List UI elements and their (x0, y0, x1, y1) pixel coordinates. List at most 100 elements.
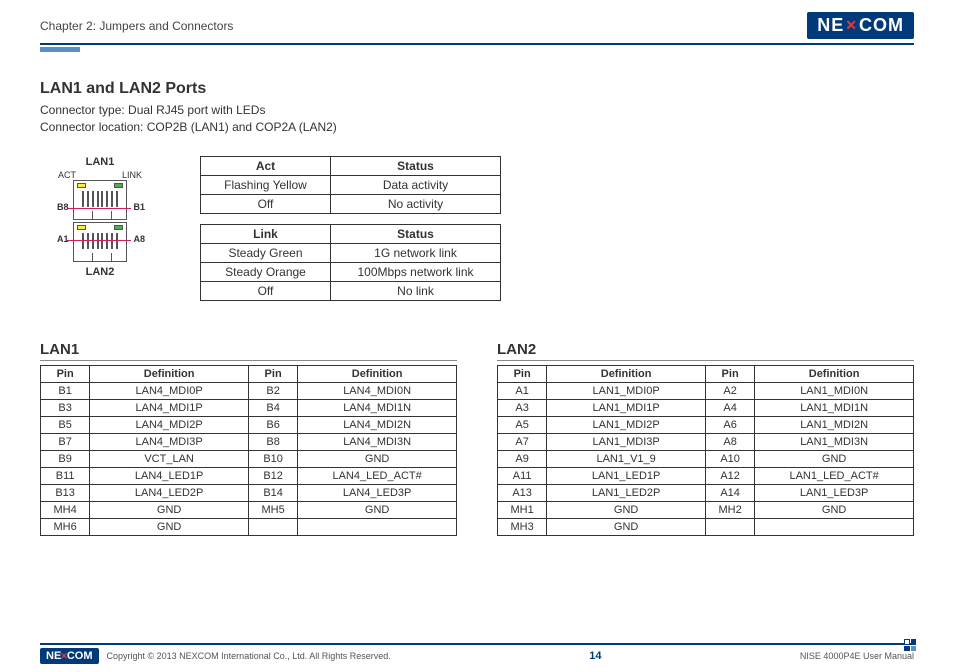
page-number: 14 (589, 650, 601, 662)
table-cell: MH5 (248, 501, 297, 518)
table-cell: LAN1_LED1P (547, 467, 706, 484)
col-header: Pin (705, 365, 754, 382)
link-led-icon (114, 225, 123, 230)
lan2-title: LAN2 (497, 341, 914, 361)
table-cell: LAN1_MDI3N (755, 433, 914, 450)
table-cell: LAN4_MDI2N (298, 416, 457, 433)
col-header: Pin (41, 365, 90, 382)
table-cell: GND (547, 518, 706, 535)
table-cell: VCT_LAN (90, 450, 249, 467)
table-cell: 1G network link (331, 243, 501, 262)
act-led-icon (77, 183, 86, 188)
col-header: Definition (547, 365, 706, 382)
table-row: A3LAN1_MDI1PA4LAN1_MDI1N (498, 399, 914, 416)
table-row: MH3GND (498, 518, 914, 535)
col-header: Definition (90, 365, 249, 382)
table-row: A13LAN1_LED2PA14LAN1_LED3P (498, 484, 914, 501)
table-cell: LAN1_MDI0P (547, 382, 706, 399)
table-cell: LAN1_LED2P (547, 484, 706, 501)
table-cell: LAN1_LED3P (755, 484, 914, 501)
table-cell: A5 (498, 416, 547, 433)
act-table-header: Status (331, 156, 501, 175)
nexcom-logo: NE ✕ COM (807, 12, 914, 39)
table-cell: GND (298, 501, 457, 518)
table-row: B5LAN4_MDI2PB6LAN4_MDI2N (41, 416, 457, 433)
lan1-title: LAN1 (40, 341, 457, 361)
table-cell: GND (90, 501, 249, 518)
table-cell: MH4 (41, 501, 90, 518)
lan1-table: Pin Definition Pin Definition B1LAN4_MDI… (40, 365, 457, 536)
table-cell: A1 (498, 382, 547, 399)
table-cell: B6 (248, 416, 297, 433)
table-row: B3LAN4_MDI1PB4LAN4_MDI1N (41, 399, 457, 416)
diagram-lan1-label: LAN1 (40, 156, 160, 168)
table-cell: LAN4_MDI0P (90, 382, 249, 399)
table-cell: GND (90, 518, 249, 535)
col-header: Definition (755, 365, 914, 382)
table-cell: B3 (41, 399, 90, 416)
table-row: A5LAN1_MDI2PA6LAN1_MDI2N (498, 416, 914, 433)
rj45-port-lan1 (73, 180, 127, 220)
table-row: B1LAN4_MDI0PB2LAN4_MDI0N (41, 382, 457, 399)
table-cell: B2 (248, 382, 297, 399)
table-cell: A14 (705, 484, 754, 501)
table-cell: LAN1_MDI2N (755, 416, 914, 433)
table-cell: B7 (41, 433, 90, 450)
table-cell: LAN4_MDI1N (298, 399, 457, 416)
document-title: NISE 4000P4E User Manual (800, 651, 914, 661)
table-cell: 100Mbps network link (331, 262, 501, 281)
table-cell: B4 (248, 399, 297, 416)
link-table-header: Link (201, 224, 331, 243)
copyright-text: Copyright © 2013 NEXCOM International Co… (107, 651, 391, 661)
link-label: LINK (122, 170, 142, 180)
table-cell (298, 518, 457, 535)
table-cell: B12 (248, 467, 297, 484)
table-cell: No activity (331, 194, 501, 213)
nexcom-logo-small: NE ✕ COM (40, 648, 99, 664)
table-cell: B11 (41, 467, 90, 484)
table-row: A7LAN1_MDI3PA8LAN1_MDI3N (498, 433, 914, 450)
pin-a1-label: A1 (57, 234, 69, 244)
diagram-lan2-label: LAN2 (40, 266, 160, 278)
table-row: A11LAN1_LED1PA12LAN1_LED_ACT# (498, 467, 914, 484)
table-cell: A8 (705, 433, 754, 450)
table-cell: LAN4_LED2P (90, 484, 249, 501)
table-cell: LAN4_LED3P (298, 484, 457, 501)
table-cell: LAN4_LED_ACT# (298, 467, 457, 484)
page-header: Chapter 2: Jumpers and Connectors NE ✕ C… (40, 12, 914, 45)
pin-line-b (67, 208, 131, 209)
rj45-port-lan2 (73, 222, 127, 262)
table-cell: No link (331, 281, 501, 300)
table-cell: B14 (248, 484, 297, 501)
header-accent-bar (40, 47, 80, 52)
table-cell: Steady Green (201, 243, 331, 262)
lan2-pinout: LAN2 Pin Definition Pin Definition A1LAN… (497, 341, 914, 536)
page-footer: NE ✕ COM Copyright © 2013 NEXCOM Interna… (40, 643, 914, 664)
table-cell: A10 (705, 450, 754, 467)
table-cell: B10 (248, 450, 297, 467)
table-cell: Steady Orange (201, 262, 331, 281)
table-cell: A7 (498, 433, 547, 450)
port-diagram: LAN1 ACT LINK B8 B1 (40, 156, 160, 278)
table-cell (705, 518, 754, 535)
pin-b1-label: B1 (133, 202, 145, 212)
led-tables: Act Status Flashing YellowData activity … (200, 156, 501, 311)
table-row: MH6GND (41, 518, 457, 535)
table-cell: MH2 (705, 501, 754, 518)
table-row: MH4GNDMH5GND (41, 501, 457, 518)
lan2-table: Pin Definition Pin Definition A1LAN1_MDI… (497, 365, 914, 536)
table-cell: LAN1_MDI1N (755, 399, 914, 416)
col-header: Pin (498, 365, 547, 382)
table-cell: B5 (41, 416, 90, 433)
col-header: Pin (248, 365, 297, 382)
link-led-icon (114, 183, 123, 188)
table-cell: LAN1_V1_9 (547, 450, 706, 467)
table-cell: LAN4_MDI3P (90, 433, 249, 450)
table-cell: GND (547, 501, 706, 518)
table-cell: GND (755, 501, 914, 518)
table-row: A9LAN1_V1_9A10GND (498, 450, 914, 467)
table-cell: B13 (41, 484, 90, 501)
table-cell: LAN1_MDI2P (547, 416, 706, 433)
pin-b8-label: B8 (57, 202, 69, 212)
table-cell: LAN1_MDI3P (547, 433, 706, 450)
